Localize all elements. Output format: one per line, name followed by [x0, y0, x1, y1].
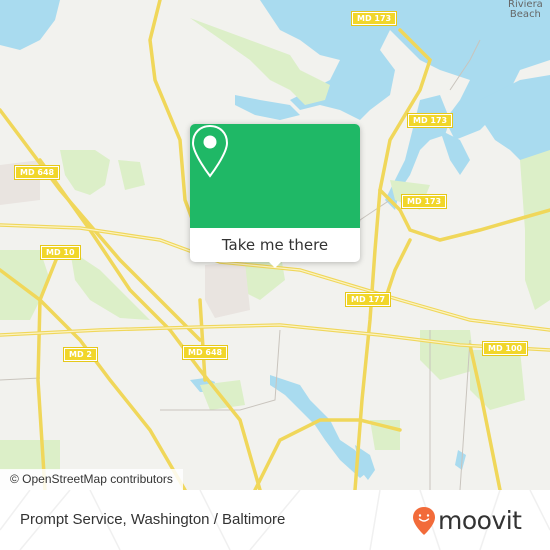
take-me-there-button[interactable]: Take me there — [190, 228, 360, 262]
location-popup[interactable]: Take me there — [190, 124, 360, 268]
map-view[interactable]: MD 173 MD 173 MD 173 MD 648 MD 10 MD 177… — [0, 0, 550, 490]
route-shield: MD 173 — [400, 194, 448, 209]
popup-pointer — [267, 260, 283, 268]
footer-bar: Prompt Service, Washington / Baltimore m… — [0, 490, 550, 550]
route-shield: MD 173 — [406, 113, 454, 128]
place-name: Prompt Service, Washington / Baltimore — [20, 511, 286, 528]
route-shield: MD 648 — [13, 165, 61, 180]
route-shield: MD 10 — [40, 245, 81, 260]
route-shield: MD 648 — [181, 345, 229, 360]
moovit-smiley-pin-icon — [413, 507, 435, 535]
route-shield: MD 177 — [344, 292, 392, 307]
route-shield: MD 100 — [481, 341, 529, 356]
map-card: MD 173 MD 173 MD 173 MD 648 MD 10 MD 177… — [0, 0, 550, 550]
moovit-wordmark: moovit — [438, 506, 522, 535]
route-shield: MD 173 — [350, 11, 398, 26]
route-shield: MD 2 — [63, 347, 98, 362]
place-label-line: Beach — [509, 9, 541, 20]
map-attribution[interactable]: © OpenStreetMap contributors — [0, 469, 183, 490]
popup-header — [190, 124, 360, 228]
moovit-logo[interactable]: moovit — [412, 504, 522, 538]
place-label-riviera-beach: Riviera Beach — [508, 0, 543, 20]
map-pin-icon — [191, 124, 229, 178]
